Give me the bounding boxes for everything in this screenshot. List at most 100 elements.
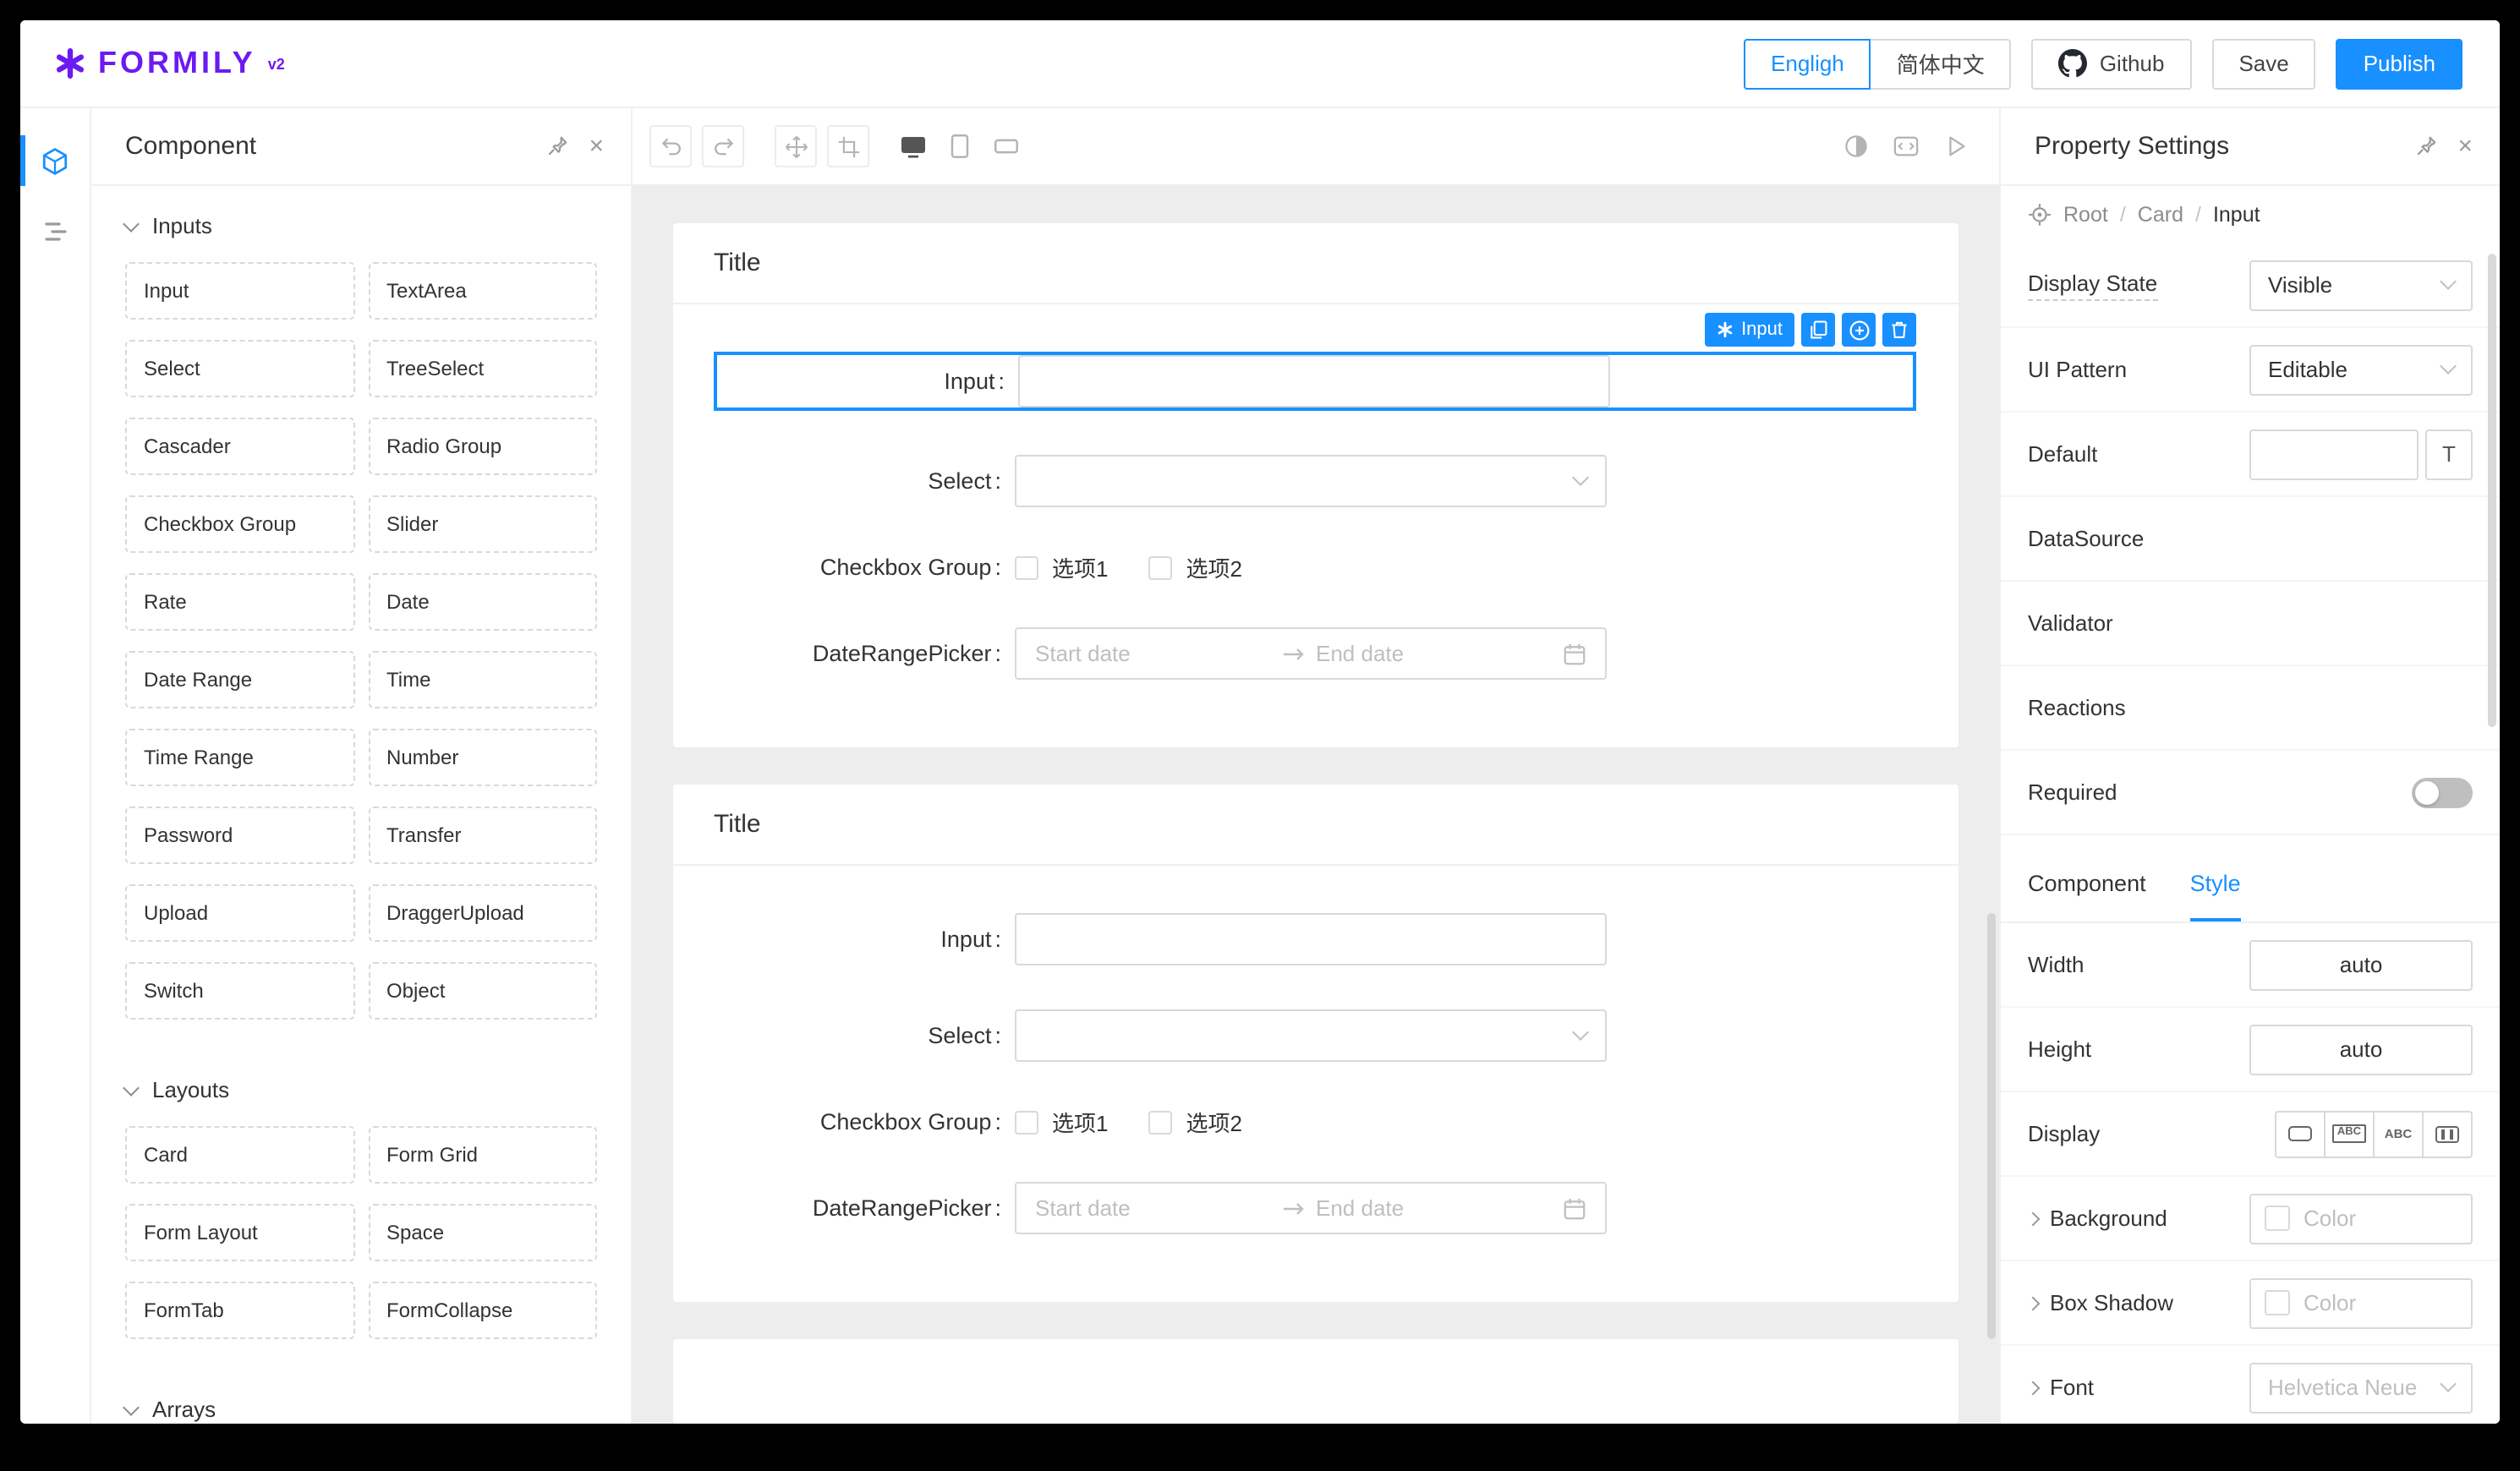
pin-button[interactable] — [546, 135, 568, 157]
component-item[interactable]: Time Range — [125, 729, 354, 786]
component-item[interactable]: Switch — [125, 962, 354, 1020]
rail-components-tab[interactable] — [20, 125, 90, 196]
component-item[interactable]: Password — [125, 807, 354, 864]
canvas[interactable]: Title Input Input: Select: Checkbox Gr… — [633, 186, 1999, 1424]
font-family-select[interactable]: Helvetica Neue — [2249, 1362, 2473, 1413]
mobile-view-button[interactable] — [993, 134, 1020, 159]
display-flex-button[interactable] — [2422, 1110, 2473, 1157]
tab-component[interactable]: Component — [2028, 845, 2146, 921]
checkbox-option-1[interactable]: 选项1 — [1015, 1106, 1108, 1138]
section-inputs[interactable]: Inputs — [91, 186, 631, 259]
selection-button[interactable] — [827, 125, 869, 167]
checkbox-option-1[interactable]: 选项1 — [1015, 551, 1108, 583]
component-item[interactable]: FormTab — [125, 1282, 354, 1339]
section-arrays[interactable]: Arrays — [91, 1370, 631, 1424]
checkbox-group-field[interactable]: Checkbox Group: 选项1 选项2 — [714, 551, 1916, 583]
input-control[interactable] — [1015, 913, 1607, 965]
github-button[interactable]: Github — [2031, 38, 2192, 89]
checkbox-option-2[interactable]: 选项2 — [1148, 551, 1242, 583]
component-item[interactable]: Space — [368, 1204, 597, 1261]
component-item[interactable]: Transfer — [368, 807, 597, 864]
component-item[interactable]: Number — [368, 729, 597, 786]
component-item[interactable]: Slider — [368, 495, 597, 553]
publish-button[interactable]: Publish — [2336, 38, 2462, 89]
desktop-view-button[interactable] — [900, 134, 927, 159]
default-value-input[interactable] — [2249, 429, 2419, 479]
select-control[interactable] — [1015, 455, 1607, 507]
form-card[interactable]: Title Input Input: Select: Checkbox Gr… — [673, 223, 1958, 747]
tab-style[interactable]: Style — [2189, 845, 2241, 921]
component-item[interactable]: Select — [125, 340, 354, 397]
property-panel-scrollbar[interactable] — [2488, 254, 2496, 727]
rail-outline-tab[interactable] — [20, 196, 90, 267]
width-input[interactable] — [2249, 939, 2473, 990]
input-field[interactable]: Input: — [714, 913, 1916, 965]
drag-move-button[interactable] — [775, 125, 817, 167]
daterange-control[interactable]: Start date End date — [1015, 1182, 1607, 1234]
background-collapse[interactable]: Background — [2025, 1206, 2167, 1231]
component-item[interactable]: Upload — [125, 884, 354, 942]
component-item[interactable]: TextArea — [368, 262, 597, 320]
source-code-button[interactable] — [1893, 134, 1920, 159]
background-color-input[interactable]: Color — [2249, 1193, 2473, 1244]
select-field[interactable]: Select: — [714, 455, 1916, 507]
form-card-partial[interactable] — [673, 1339, 1958, 1424]
close-panel-button[interactable]: × — [589, 134, 604, 159]
breadcrumb-card[interactable]: Card — [2138, 203, 2183, 227]
close-panel-button[interactable]: × — [2457, 134, 2473, 159]
breadcrumb-input[interactable]: Input — [2213, 203, 2260, 227]
component-item[interactable]: DraggerUpload — [368, 884, 597, 942]
component-item[interactable]: FormCollapse — [368, 1282, 597, 1339]
form-card[interactable]: Title Input: Select: Checkbox Group: 选项… — [673, 785, 1958, 1302]
component-item[interactable]: Checkbox Group — [125, 495, 354, 553]
undo-button[interactable] — [649, 125, 692, 167]
height-input[interactable] — [2249, 1024, 2473, 1075]
display-state-select[interactable]: Visible — [2249, 260, 2473, 310]
select-field[interactable]: Select: — [714, 1009, 1916, 1062]
language-chinese-button[interactable]: 简体中文 — [1869, 38, 2012, 89]
ui-pattern-select[interactable]: Editable — [2249, 344, 2473, 395]
component-item[interactable]: Card — [125, 1126, 354, 1184]
component-item[interactable]: Rate — [125, 573, 354, 631]
selected-node-chip[interactable]: Input — [1704, 313, 1794, 347]
display-inline-button[interactable]: ABC — [2373, 1110, 2424, 1157]
component-item[interactable]: Cascader — [125, 418, 354, 475]
text-mode-button[interactable]: T — [2425, 429, 2473, 479]
component-item[interactable]: Time — [368, 651, 597, 708]
daterange-field[interactable]: DateRangePicker: Start date End date — [714, 1182, 1916, 1234]
checkbox-option-2[interactable]: 选项2 — [1148, 1106, 1242, 1138]
component-item[interactable]: Input — [125, 262, 354, 320]
pin-button[interactable] — [2415, 135, 2437, 157]
delete-node-button[interactable] — [1882, 313, 1916, 347]
display-block-button[interactable] — [2275, 1110, 2326, 1157]
theme-button[interactable] — [1843, 134, 1869, 159]
component-item[interactable]: Radio Group — [368, 418, 597, 475]
breadcrumb-root[interactable]: Root — [2063, 203, 2108, 227]
select-control[interactable] — [1015, 1009, 1607, 1062]
daterange-control[interactable]: Start date End date — [1015, 627, 1607, 680]
component-item[interactable]: Form Layout — [125, 1204, 354, 1261]
required-toggle[interactable] — [2412, 777, 2473, 807]
section-layouts[interactable]: Layouts — [91, 1050, 631, 1123]
box-shadow-collapse[interactable]: Box Shadow — [2025, 1290, 2173, 1315]
canvas-scrollbar[interactable] — [1987, 913, 1996, 1339]
daterange-field[interactable]: DateRangePicker: Start date End date — [714, 627, 1916, 680]
component-item[interactable]: Object — [368, 962, 597, 1020]
input-control[interactable] — [1018, 355, 1610, 407]
component-item[interactable]: Form Grid — [368, 1126, 597, 1184]
language-english-button[interactable]: Engligh — [1744, 38, 1871, 89]
add-node-button[interactable] — [1842, 313, 1876, 347]
selected-input-field[interactable]: Input Input: — [714, 313, 1916, 411]
display-inline-block-button[interactable]: ABC — [2324, 1110, 2375, 1157]
component-item[interactable]: TreeSelect — [368, 340, 597, 397]
checkbox-group-field[interactable]: Checkbox Group: 选项1 选项2 — [714, 1106, 1916, 1138]
component-item[interactable]: Date Range — [125, 651, 354, 708]
box-shadow-color-input[interactable]: Color — [2249, 1277, 2473, 1328]
component-item[interactable]: Date — [368, 573, 597, 631]
redo-button[interactable] — [702, 125, 744, 167]
save-button[interactable]: Save — [2211, 38, 2316, 89]
preview-run-button[interactable] — [1943, 134, 1969, 159]
tablet-view-button[interactable] — [947, 134, 972, 159]
font-collapse[interactable]: Font — [2025, 1375, 2094, 1400]
copy-node-button[interactable] — [1801, 313, 1835, 347]
